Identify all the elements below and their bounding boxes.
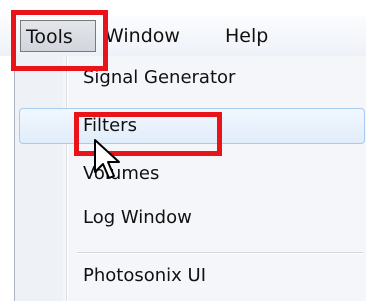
menu-item-signal-generator[interactable]: Signal Generator <box>19 60 365 96</box>
menu-help[interactable]: Help <box>220 20 273 52</box>
menu-item-photosonix-ui[interactable]: Photosonix UI <box>19 258 365 294</box>
menu-bar: Tools Window Help <box>0 16 366 56</box>
menu-item-log-window[interactable]: Log Window <box>19 200 365 236</box>
menu-item-label: Log Window <box>83 207 192 228</box>
menu-item-volumes[interactable]: Volumes <box>19 156 365 192</box>
menu-item-filters[interactable]: Filters <box>19 108 365 144</box>
menu-item-label: Photosonix UI <box>83 265 207 286</box>
menu-window[interactable]: Window <box>100 20 185 52</box>
screenshot: Tools Window Help Signal Generator Filte… <box>0 0 366 301</box>
tools-dropdown-menu: Signal Generator Filters Volumes Log Win… <box>14 56 366 301</box>
menu-item-label: Volumes <box>83 163 160 184</box>
menu-item-label: Filters <box>83 115 137 136</box>
menu-item-label: Signal Generator <box>83 67 236 88</box>
menu-tools[interactable]: Tools <box>20 20 96 52</box>
